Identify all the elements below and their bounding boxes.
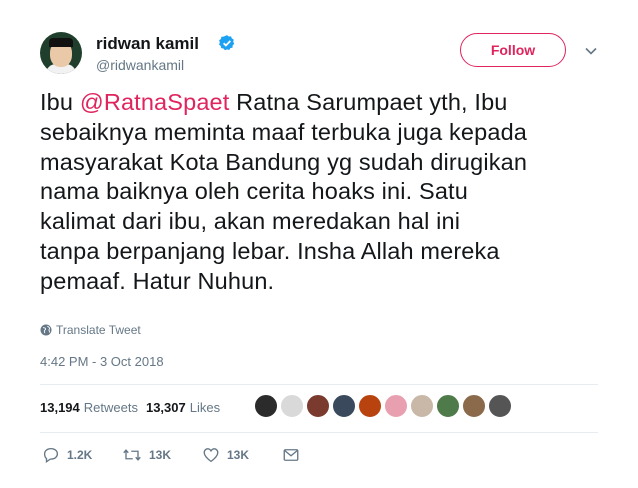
retweets-label: Retweets [83, 400, 138, 415]
translate-tweet-link[interactable]: Translate Tweet [40, 323, 141, 337]
user-handle[interactable]: @ridwankamil [96, 57, 184, 73]
globe-icon [40, 324, 52, 336]
tweet-header: ridwan kamil @ridwankamil Follow [40, 30, 610, 80]
tweet-line: masyarakat Kota Bandung yg sudah dirugik… [40, 148, 528, 175]
retweet-icon [123, 449, 141, 461]
tweet-line: nama baiknya oleh cerita hoaks ini. Satu [40, 178, 468, 205]
tweet-text: Ibu @RatnaSpaet Ratna Sarumpaet yth, Ibu… [40, 88, 610, 297]
liked-by-avatar[interactable] [254, 394, 278, 418]
tweet-line: tanpa berpanjang lebar. Insha Allah mere… [40, 237, 500, 264]
tweet-text-segment: Ratna Sarumpaet yth, Ibu [229, 89, 508, 115]
retweet-button[interactable]: 13K [122, 446, 171, 464]
tweet-line: sebaiknya meminta maaf terbuka juga kepa… [40, 118, 528, 145]
translate-label: Translate Tweet [56, 323, 141, 337]
tweet-text-segment: Ibu [40, 89, 80, 115]
avatar[interactable] [40, 32, 82, 74]
reply-icon [43, 447, 59, 464]
envelope-icon [283, 449, 299, 461]
tweet-line: Ibu @RatnaSpaet Ratna Sarumpaet yth, Ibu [40, 88, 610, 118]
retweets-count: 13,194 [40, 400, 80, 415]
user-name[interactable]: ridwan kamil [96, 34, 199, 54]
liked-by-avatar[interactable] [436, 394, 460, 418]
liked-by-avatar[interactable] [410, 394, 434, 418]
mention-link[interactable]: @RatnaSpaet [80, 89, 230, 115]
liked-by-avatar[interactable] [358, 394, 382, 418]
divider [40, 384, 598, 385]
likes-count: 13,307 [145, 400, 186, 415]
retweet-count: 13K [149, 448, 172, 462]
liked-by-avatar[interactable] [280, 394, 304, 418]
divider [40, 432, 598, 433]
likes-stat[interactable]: 13,307 Likes [146, 400, 220, 415]
liked-by-avatar[interactable] [488, 394, 512, 418]
tweet-line: kalimat dari ibu, akan meredakan hal ini [40, 208, 461, 235]
liked-by-avatar[interactable] [384, 394, 408, 418]
tweet-line: pemaaf. Hatur Nuhun. [40, 267, 275, 294]
reply-count: 1.2K [67, 448, 93, 462]
likes-label: Likes [189, 400, 221, 415]
heart-icon [203, 448, 219, 463]
follow-button[interactable]: Follow [460, 33, 566, 67]
message-button[interactable] [282, 446, 300, 464]
reply-button[interactable]: 1.2K [42, 446, 92, 464]
like-count: 13K [227, 448, 250, 462]
retweets-stat[interactable]: 13,194 Retweets [40, 400, 138, 415]
liked-by-avatar[interactable] [306, 394, 330, 418]
chevron-down-icon[interactable] [584, 44, 598, 58]
liked-by-avatar[interactable] [332, 394, 356, 418]
verified-badge-icon [219, 35, 235, 51]
liked-by-avatar[interactable] [462, 394, 486, 418]
tweet-stats: 13,194 Retweets 13,307 Likes [40, 400, 228, 415]
avatar-cap [49, 38, 73, 47]
like-button[interactable]: 13K [202, 446, 249, 464]
tweet-timestamp[interactable]: 4:42 PM - 3 Oct 2018 [40, 354, 164, 369]
